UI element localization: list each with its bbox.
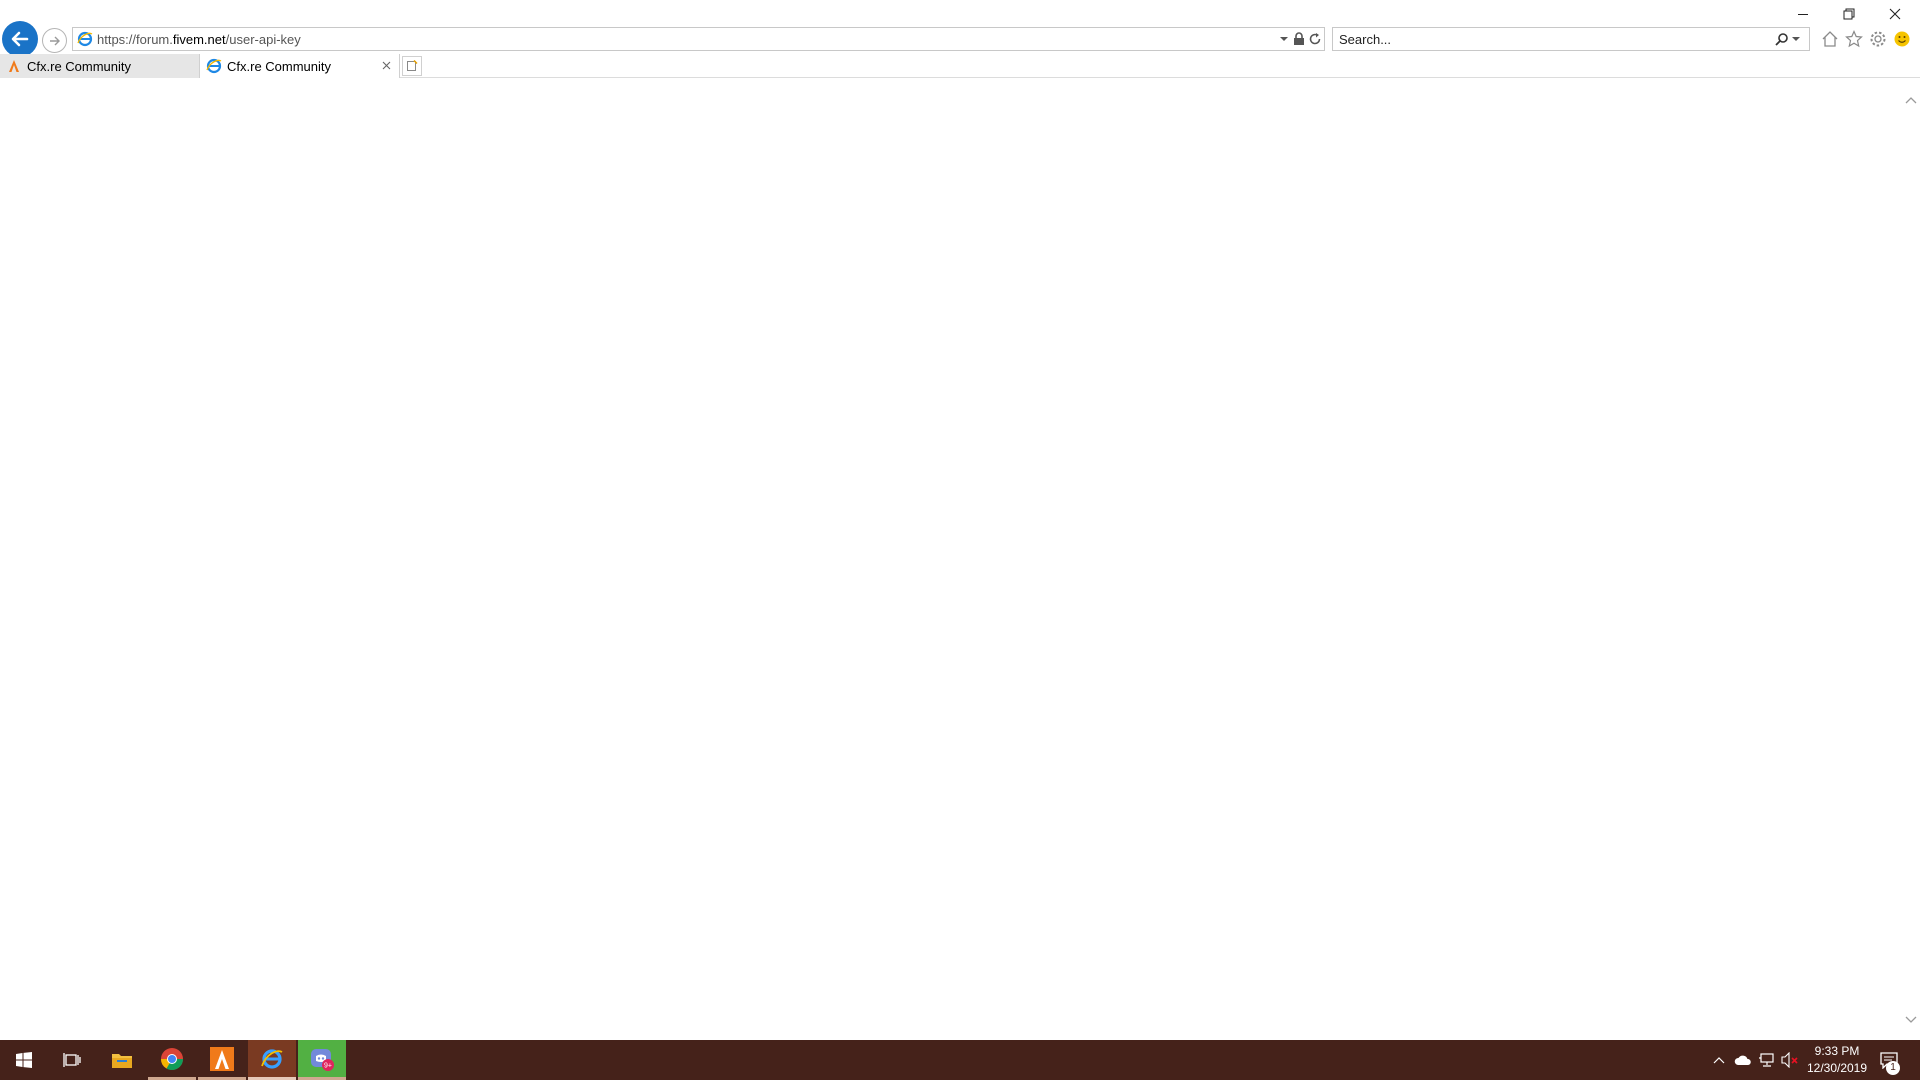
lock-icon[interactable]	[1293, 32, 1305, 51]
task-view-button[interactable]	[48, 1040, 96, 1080]
chrome-button[interactable]	[148, 1040, 196, 1080]
minimize-button[interactable]	[1783, 2, 1823, 26]
internet-explorer-button[interactable]	[248, 1040, 296, 1080]
url-domain: fivem.net	[172, 32, 226, 47]
ie-icon	[77, 31, 93, 52]
browser-toolbar: https://forum.fivem.net/user-api-key	[0, 0, 1920, 57]
onedrive-icon[interactable]	[1732, 1040, 1754, 1080]
favorites-star-icon[interactable]	[1843, 28, 1865, 50]
restore-button[interactable]	[1829, 2, 1869, 26]
refresh-icon[interactable]	[1308, 32, 1322, 51]
scroll-down-icon[interactable]	[1904, 1012, 1918, 1030]
close-icon	[382, 61, 390, 69]
start-button[interactable]	[0, 1040, 48, 1080]
arrow-right-icon	[49, 36, 60, 45]
discord-icon: 9+	[311, 1048, 334, 1071]
minimize-icon	[1798, 14, 1808, 15]
folder-icon	[112, 1054, 132, 1068]
address-dropdown-icon[interactable]	[1279, 32, 1289, 51]
tab-cfx-community-2[interactable]: Cfx.re Community	[200, 54, 400, 78]
search-icon[interactable]	[1775, 32, 1789, 51]
back-button[interactable]	[2, 21, 38, 57]
search-box[interactable]	[1332, 27, 1810, 51]
network-icon[interactable]	[1756, 1040, 1778, 1080]
settings-gear-icon[interactable]	[1867, 28, 1889, 50]
new-tab-icon	[407, 60, 418, 71]
url-path: /user-api-key	[225, 32, 301, 47]
forward-button[interactable]	[42, 28, 67, 53]
chrome-icon	[161, 1047, 183, 1070]
clock-time: 9:33 PM	[1814, 1044, 1860, 1058]
discord-button[interactable]: 9+	[298, 1040, 346, 1080]
notification-count-badge: 1	[1886, 1061, 1900, 1075]
restore-icon	[1843, 8, 1855, 20]
show-hidden-icons-button[interactable]	[1710, 1040, 1728, 1080]
discord-badge: 9+	[324, 1062, 332, 1069]
cfx-button[interactable]	[198, 1040, 246, 1080]
new-tab-button[interactable]	[402, 56, 422, 76]
ie-icon	[261, 1048, 283, 1069]
address-text[interactable]: https://forum.fivem.net/user-api-key	[97, 32, 301, 47]
windows-icon	[16, 1052, 32, 1068]
tab-bar: Cfx.re Community Cfx.re Community	[0, 54, 1920, 78]
cfx-icon	[210, 1046, 234, 1071]
close-icon	[1889, 8, 1901, 20]
search-dropdown-icon[interactable]	[1791, 32, 1801, 51]
url-prefix: https://forum.	[97, 32, 173, 47]
home-icon[interactable]	[1819, 28, 1841, 50]
file-explorer-button[interactable]	[98, 1040, 146, 1080]
page-content	[0, 78, 1920, 1038]
task-view-icon	[63, 1053, 81, 1067]
address-bar[interactable]: https://forum.fivem.net/user-api-key	[72, 27, 1325, 51]
taskbar: 9+ 9:33 PM 12/30/2019	[0, 1040, 1920, 1080]
scroll-up-icon[interactable]	[1904, 92, 1918, 110]
ie-icon	[206, 58, 222, 74]
vertical-scrollbar[interactable]	[1902, 78, 1920, 1038]
close-window-button[interactable]	[1875, 2, 1915, 26]
tab-label: Cfx.re Community	[27, 58, 132, 74]
feedback-smiley-icon[interactable]	[1891, 28, 1913, 50]
arrow-left-icon	[11, 31, 29, 47]
cfx-icon	[6, 58, 22, 74]
tab-label: Cfx.re Community	[227, 58, 332, 74]
taskbar-clock[interactable]: 9:33 PM 12/30/2019	[1796, 1043, 1878, 1077]
tab-close-button[interactable]	[379, 58, 393, 72]
clock-date: 12/30/2019	[1806, 1061, 1868, 1075]
search-input[interactable]	[1339, 31, 1739, 47]
chevron-up-icon	[1713, 1057, 1725, 1064]
tab-cfx-community-1[interactable]: Cfx.re Community	[0, 54, 200, 78]
